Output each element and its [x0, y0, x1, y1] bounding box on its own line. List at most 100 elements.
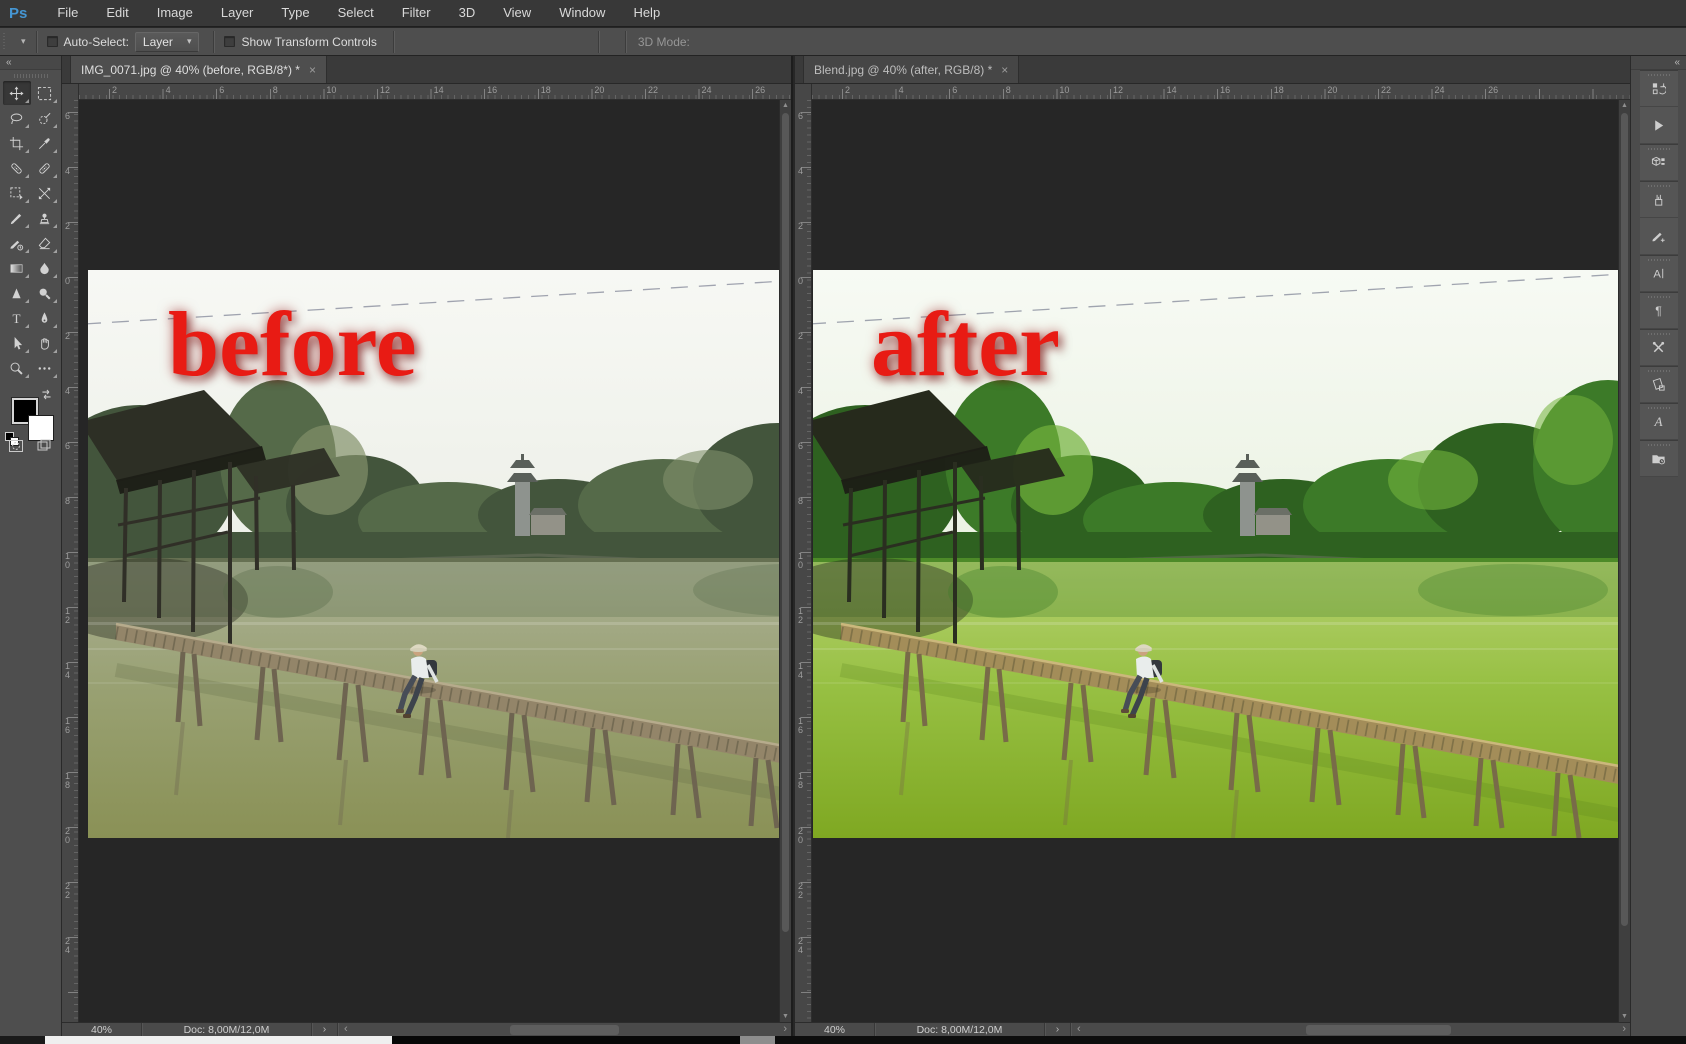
auto-select-label: Auto-Select:	[64, 35, 129, 49]
zoom-tool-icon[interactable]	[3, 356, 31, 380]
edit-toolbar-icon[interactable]	[31, 356, 59, 380]
close-icon[interactable]: ×	[309, 64, 316, 76]
photo-overlay-text: before	[168, 298, 417, 390]
gradient-tool-icon[interactable]	[3, 256, 31, 280]
crop-tool-icon[interactable]	[3, 131, 31, 155]
toolbar-collapse[interactable]: «	[0, 56, 61, 70]
spot-healing-brush-tool-icon[interactable]	[3, 156, 31, 180]
separator	[598, 31, 599, 53]
dodge-tool-icon[interactable]	[31, 281, 59, 305]
blur-tool-icon[interactable]	[31, 256, 59, 280]
scroll-down-icon[interactable]: ▼	[780, 1013, 791, 1020]
scroll-down-icon[interactable]: ▼	[1619, 1013, 1630, 1020]
rectangular-marquee-tool-icon[interactable]	[31, 81, 59, 105]
tab-bar: Blend.jpg @ 40% (after, RGB/8) * ×	[795, 56, 1630, 84]
separator	[393, 31, 394, 53]
canvas-area[interactable]: before	[79, 100, 779, 1022]
panel-dock: « A¶A	[1630, 56, 1686, 1036]
pen-tool-icon[interactable]	[31, 306, 59, 330]
show-transform-checkbox[interactable]	[224, 36, 235, 47]
horizontal-scrollbar[interactable]: ‹ ›	[1071, 1023, 1630, 1036]
options-bar: ▾ Auto-Select: Layer ▾ Show Transform Co…	[0, 28, 1686, 56]
document-tab[interactable]: Blend.jpg @ 40% (after, RGB/8) * ×	[803, 56, 1019, 83]
status-chevron-icon[interactable]: ›	[1045, 1023, 1071, 1036]
panel-paragraph-icon[interactable]: ¶	[1640, 292, 1678, 329]
menu-item[interactable]: Type	[267, 0, 323, 26]
scroll-up-icon[interactable]: ▲	[780, 102, 791, 109]
status-bar: 40% Doc: 8,00M/12,0M › ‹ ›	[62, 1022, 791, 1036]
vertical-scrollbar[interactable]: ▲ ▼	[779, 100, 791, 1022]
panel-character-styles-icon[interactable]: A	[1640, 403, 1678, 440]
options-grip[interactable]	[0, 28, 7, 55]
menu-item[interactable]: View	[489, 0, 545, 26]
canvas-area[interactable]: after	[812, 100, 1618, 1022]
document-pane-before: IMG_0071.jpg @ 40% (before, RGB/8*) * × …	[62, 56, 793, 1036]
doc-size-readout: Doc: 8,00M/12,0M	[142, 1023, 312, 1036]
scrollbar-thumb[interactable]	[1306, 1025, 1451, 1035]
tool-preset-caret-icon[interactable]: ▾	[21, 36, 26, 47]
swap-colors-icon[interactable]	[40, 388, 53, 406]
scroll-left-icon[interactable]: ‹	[1077, 1023, 1081, 1036]
menu-item[interactable]: Select	[324, 0, 388, 26]
dropdown-value: Layer	[143, 35, 173, 49]
sharpen-tool-icon[interactable]	[3, 281, 31, 305]
content-aware-move-tool-icon[interactable]	[31, 181, 59, 205]
scrollbar-thumb[interactable]	[1621, 113, 1628, 926]
scrollbar-thumb[interactable]	[510, 1025, 619, 1035]
menu-item[interactable]: File	[43, 0, 92, 26]
panel-brush-presets-icon[interactable]	[1640, 181, 1678, 218]
show-transform-label: Show Transform Controls	[241, 35, 376, 49]
scroll-up-icon[interactable]: ▲	[1619, 102, 1630, 109]
brush-tool-icon[interactable]	[3, 206, 31, 230]
panel-libraries-icon[interactable]	[1640, 440, 1678, 477]
panel-actions-icon[interactable]	[1640, 107, 1678, 144]
path-selection-tool-icon[interactable]	[3, 331, 31, 355]
quick-mask-icon[interactable]	[8, 438, 24, 459]
panel-brush-settings-icon[interactable]	[1640, 218, 1678, 255]
panel-3d-icon[interactable]	[1640, 144, 1678, 181]
lasso-tool-icon[interactable]	[3, 106, 31, 130]
document-pane-after: Blend.jpg @ 40% (after, RGB/8) * × 24681…	[795, 56, 1630, 1036]
close-icon[interactable]: ×	[1001, 64, 1008, 76]
clone-stamp-tool-icon[interactable]	[31, 206, 59, 230]
horizontal-scrollbar[interactable]: ‹ ›	[338, 1023, 791, 1036]
zoom-level-field[interactable]: 40%	[62, 1023, 142, 1036]
menu-item[interactable]: Filter	[388, 0, 445, 26]
ruler-corner	[62, 84, 79, 100]
scrollbar-thumb[interactable]	[782, 113, 789, 932]
vertical-scrollbar[interactable]: ▲ ▼	[1618, 100, 1630, 1022]
panel-character-icon[interactable]: A	[1640, 255, 1678, 292]
panel-history-icon[interactable]	[1640, 70, 1678, 107]
zoom-level-field[interactable]: 40%	[795, 1023, 875, 1036]
scroll-left-icon[interactable]: ‹	[344, 1023, 348, 1036]
screen-mode-icon[interactable]	[36, 438, 52, 459]
menu-item[interactable]: Edit	[92, 0, 142, 26]
status-chevron-icon[interactable]: ›	[312, 1023, 338, 1036]
menu-item[interactable]: Layer	[207, 0, 268, 26]
eyedropper-tool-icon[interactable]	[31, 131, 59, 155]
panel-clone-source-icon[interactable]	[1640, 366, 1678, 403]
hand-tool-icon[interactable]	[31, 331, 59, 355]
move-tool-icon[interactable]	[3, 81, 31, 105]
eraser-tool-icon[interactable]	[31, 231, 59, 255]
photo-before[interactable]: before	[88, 270, 779, 838]
document-tab[interactable]: IMG_0071.jpg @ 40% (before, RGB/8*) * ×	[70, 56, 327, 83]
patch-tool-icon[interactable]	[3, 181, 31, 205]
auto-select-checkbox[interactable]	[47, 36, 58, 47]
auto-select-target-dropdown[interactable]: Layer ▾	[135, 32, 200, 52]
healing-brush-tool-icon[interactable]	[31, 156, 59, 180]
menu-item[interactable]: Help	[619, 0, 674, 26]
quick-selection-tool-icon[interactable]	[31, 106, 59, 130]
menu-item[interactable]: Image	[143, 0, 207, 26]
scroll-right-icon[interactable]: ›	[1622, 1023, 1626, 1036]
toolbar-grip[interactable]	[14, 74, 48, 78]
menu-item[interactable]: Window	[545, 0, 619, 26]
dock-collapse[interactable]: «	[1631, 56, 1686, 70]
scroll-right-icon[interactable]: ›	[783, 1023, 787, 1036]
panel-tool-presets-icon[interactable]	[1640, 329, 1678, 366]
type-tool-icon[interactable]: T	[3, 306, 31, 330]
menu-item[interactable]: 3D	[445, 0, 490, 26]
history-brush-tool-icon[interactable]	[3, 231, 31, 255]
photo-after[interactable]: after	[813, 270, 1618, 838]
horizontal-ruler: 2468101214161820222426	[62, 84, 791, 100]
